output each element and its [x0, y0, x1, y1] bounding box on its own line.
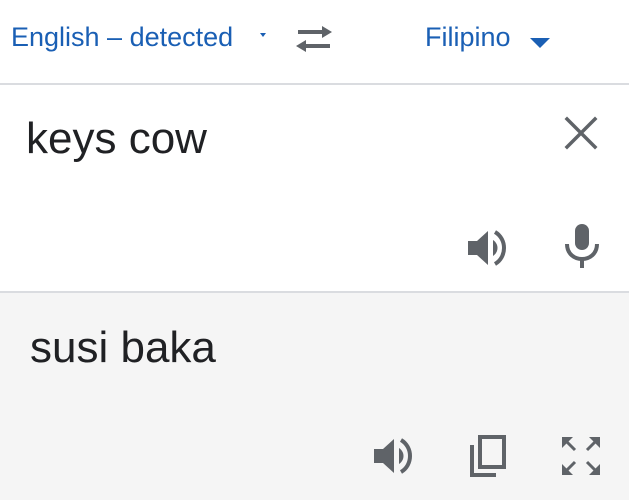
target-language-selector[interactable]: Filipino: [425, 22, 511, 53]
source-language-selector[interactable]: English – detected: [11, 22, 233, 53]
source-text-panel: keys cow: [0, 85, 629, 293]
translation-text: susi baka: [30, 323, 216, 372]
translation-panel: susi baka: [0, 293, 629, 500]
swap-arrows-icon: [296, 26, 332, 52]
language-bar: English – detected Filipino: [0, 0, 629, 85]
copy-translation-button[interactable]: [466, 433, 508, 479]
copy-icon: [470, 435, 506, 477]
fullscreen-button[interactable]: [558, 433, 604, 479]
microphone-icon: [565, 224, 599, 268]
listen-translation-button[interactable]: [370, 433, 416, 479]
speaker-icon: [468, 230, 506, 266]
swap-languages-button[interactable]: [292, 22, 336, 56]
listen-source-button[interactable]: [464, 225, 510, 271]
fullscreen-icon: [562, 437, 600, 475]
source-text-input[interactable]: keys cow: [26, 114, 207, 164]
target-language-dropdown-icon[interactable]: [530, 38, 550, 48]
close-icon: [564, 116, 598, 150]
speaker-icon: [374, 438, 412, 474]
voice-input-button[interactable]: [562, 222, 602, 272]
source-language-dropdown-icon[interactable]: [260, 33, 266, 37]
clear-text-button[interactable]: [563, 115, 599, 151]
